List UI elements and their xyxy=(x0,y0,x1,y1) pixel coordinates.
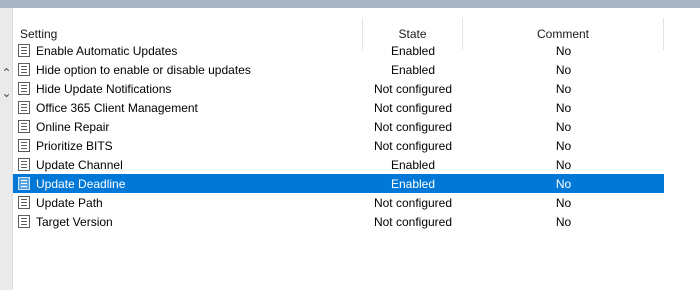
row-comment: No xyxy=(555,43,572,58)
row-state: Enabled xyxy=(390,157,436,172)
window-top-strip xyxy=(0,0,700,8)
policy-setting-icon xyxy=(18,158,30,171)
row-comment: No xyxy=(555,100,572,115)
row-comment: No xyxy=(555,138,572,153)
policy-setting-icon xyxy=(18,139,30,152)
row-state: Enabled xyxy=(390,43,436,58)
policy-setting-icon xyxy=(18,177,30,190)
row-setting-label: Online Repair xyxy=(36,119,110,134)
policy-setting-icon xyxy=(18,215,30,228)
table-row[interactable]: Update Path Not configured No xyxy=(13,193,664,212)
left-pane-scrollbar[interactable]: ⌃ ⌄ xyxy=(0,8,13,290)
settings-list-view: Setting State Comment Enable Automatic U… xyxy=(13,8,700,290)
row-setting-label: Hide Update Notifications xyxy=(36,81,172,96)
policy-setting-icon xyxy=(18,63,30,76)
table-row[interactable]: Prioritize BITS Not configured No xyxy=(13,136,664,155)
row-comment: No xyxy=(555,176,572,191)
settings-rows: Enable Automatic Updates Enabled No Hide… xyxy=(13,41,664,231)
table-row-selected[interactable]: Update Deadline Enabled No xyxy=(13,174,664,193)
chevron-up-icon[interactable]: ⌃ xyxy=(0,64,13,82)
row-state: Not configured xyxy=(373,214,453,229)
row-setting-label: Prioritize BITS xyxy=(36,138,113,153)
row-state: Not configured xyxy=(373,100,453,115)
chevron-down-icon[interactable]: ⌄ xyxy=(0,84,13,102)
row-comment: No xyxy=(555,214,572,229)
row-setting-label: Enable Automatic Updates xyxy=(36,43,178,58)
row-comment: No xyxy=(555,119,572,134)
table-row[interactable]: Hide option to enable or disable updates… xyxy=(13,60,664,79)
row-state: Enabled xyxy=(390,176,436,191)
row-setting-label: Office 365 Client Management xyxy=(36,100,198,115)
row-setting-label: Update Deadline xyxy=(36,176,126,191)
policy-setting-icon xyxy=(18,44,30,57)
policy-setting-icon xyxy=(18,120,30,133)
table-row[interactable]: Online Repair Not configured No xyxy=(13,117,664,136)
table-row[interactable]: Enable Automatic Updates Enabled No xyxy=(13,41,664,60)
row-comment: No xyxy=(555,62,572,77)
table-row[interactable]: Office 365 Client Management Not configu… xyxy=(13,98,664,117)
row-state: Not configured xyxy=(373,81,453,96)
table-row[interactable]: Hide Update Notifications Not configured… xyxy=(13,79,664,98)
row-comment: No xyxy=(555,81,572,96)
row-state: Not configured xyxy=(373,195,453,210)
row-setting-label: Update Channel xyxy=(36,157,123,172)
row-comment: No xyxy=(555,157,572,172)
row-comment: No xyxy=(555,195,572,210)
policy-setting-icon xyxy=(18,82,30,95)
row-state: Enabled xyxy=(390,62,436,77)
row-setting-label: Update Path xyxy=(36,195,103,210)
row-setting-label: Target Version xyxy=(36,214,113,229)
policy-setting-icon xyxy=(18,101,30,114)
row-state: Not configured xyxy=(373,138,453,153)
row-setting-label: Hide option to enable or disable updates xyxy=(36,62,251,77)
table-row[interactable]: Update Channel Enabled No xyxy=(13,155,664,174)
policy-setting-icon xyxy=(18,196,30,209)
table-row[interactable]: Target Version Not configured No xyxy=(13,212,664,231)
row-state: Not configured xyxy=(373,119,453,134)
